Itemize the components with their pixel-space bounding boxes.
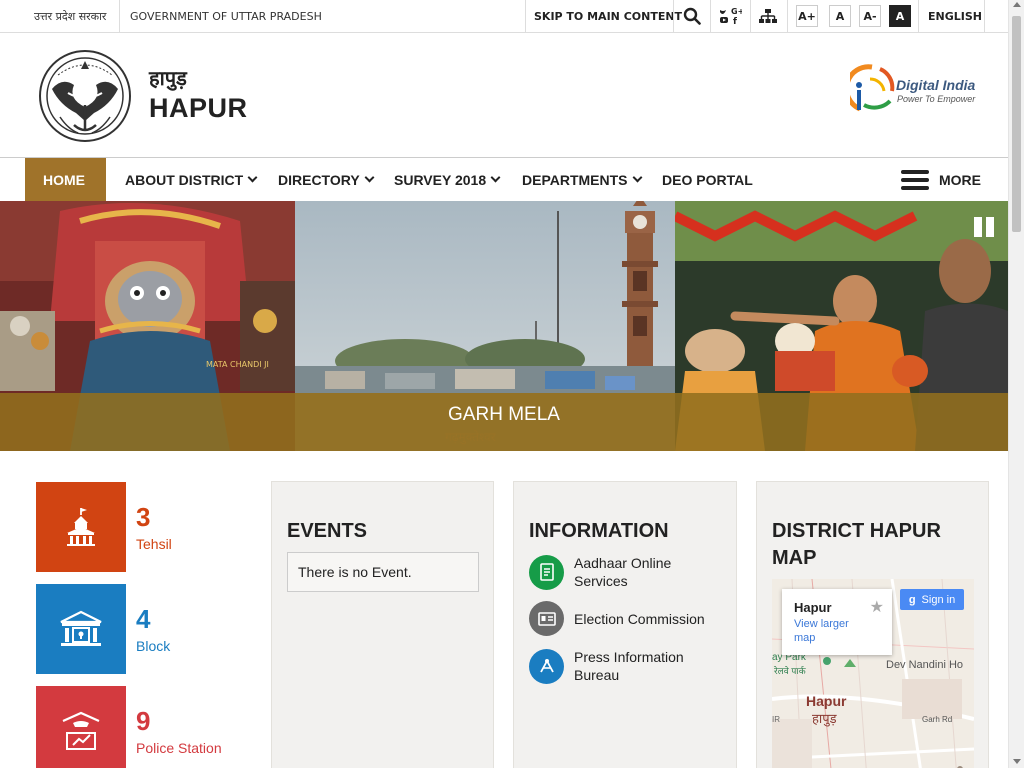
block-building-icon: [60, 610, 102, 646]
site-title-hindi: हापुड़: [149, 66, 187, 90]
high-contrast-button[interactable]: A: [889, 5, 911, 27]
map-label-garh-rd: Garh Rd: [922, 715, 953, 724]
police-station-icon: [62, 711, 100, 750]
information-card: INFORMATION Aadhaar Online Services Elec…: [513, 481, 737, 768]
nav-item-label: ABOUT DISTRICT: [125, 171, 244, 188]
map-popup-title: Hapur: [794, 600, 832, 615]
sitemap-icon[interactable]: [757, 6, 779, 26]
divider: [119, 0, 120, 33]
map-label-hapur-hindi: हापुड़: [812, 711, 837, 726]
nav-item-label: SURVEY 2018: [394, 171, 487, 188]
scroll-up-arrow-icon[interactable]: [1013, 2, 1021, 7]
top-utility-bar: उत्तर प्रदेश सरकार GOVERNMENT OF UTTAR P…: [0, 0, 1008, 33]
page-scrollbar[interactable]: [1008, 0, 1024, 768]
digital-india-title: Digital India: [896, 77, 976, 93]
main-navigation: HOME ABOUT DISTRICT DIRECTORY SURVEY 201…: [0, 157, 1008, 201]
map-sign-in-button[interactable]: g Sign in: [900, 589, 964, 610]
tehsil-tile[interactable]: [36, 482, 126, 572]
nav-item-label: HOME: [43, 171, 85, 188]
sign-in-label: Sign in: [921, 593, 956, 606]
tehsil-label[interactable]: Tehsil: [136, 536, 172, 552]
nav-item-label: DEO PORTAL: [662, 171, 753, 188]
site-header: हापुड़ HAPUR Digital India Power To Empo…: [0, 33, 1008, 157]
info-item-press-information-bureau[interactable]: Press Information Bureau: [529, 648, 704, 684]
events-empty-message: There is no Event.: [287, 552, 479, 592]
chevron-down-icon: [490, 172, 501, 183]
divider: [750, 0, 751, 33]
uttar-pradesh-emblem-logo[interactable]: [38, 49, 132, 143]
google-icon: g: [908, 593, 916, 606]
svg-text:G+: G+: [731, 7, 742, 16]
social-media-icon[interactable]: G+ f: [717, 6, 743, 26]
banner-slider[interactable]: MATA CHANDI JI गढ़मुक्तेश्वर: [0, 201, 1008, 451]
hamburger-icon: [901, 169, 929, 190]
more-label: MORE: [939, 171, 981, 188]
events-title: EVENTS: [287, 520, 368, 542]
digital-india-tagline: Power To Empower: [897, 94, 976, 104]
map-label-dev-nandini: Dev Nandini Ho: [886, 659, 964, 671]
tehsil-building-icon: [67, 508, 95, 546]
info-item-label: Election Commission: [574, 610, 705, 627]
block-label[interactable]: Block: [136, 638, 170, 654]
skip-to-main-content-link[interactable]: SKIP TO MAIN CONTENT: [534, 10, 682, 23]
chevron-down-icon: [247, 172, 258, 183]
information-title: INFORMATION: [529, 520, 669, 542]
government-hindi-label: उत्तर प्रदेश सरकार: [34, 10, 107, 23]
google-map-embed[interactable]: ay Park रेलवे पार्क Dev Nandini Ho Hapur…: [772, 579, 974, 768]
divider: [918, 0, 919, 33]
divider: [787, 0, 788, 33]
nav-item-label: DEPARTMENTS: [522, 171, 628, 188]
font-decrease-button[interactable]: A-: [859, 5, 881, 27]
banner-photo-text: MATA CHANDI JI: [206, 360, 269, 369]
tehsil-count: 3: [136, 502, 151, 532]
events-card: EVENTS There is no Event.: [271, 481, 494, 768]
scroll-down-arrow-icon[interactable]: [1013, 759, 1021, 764]
svg-text:f: f: [733, 17, 737, 26]
map-info-popup: Hapur ★ View larger map: [782, 589, 892, 655]
pause-icon[interactable]: [973, 217, 995, 237]
document-icon: [529, 554, 564, 590]
info-item-label: Press Information Bureau: [574, 649, 684, 683]
divider: [673, 0, 674, 33]
language-switch[interactable]: ENGLISH: [928, 10, 982, 23]
scrollbar-thumb[interactable]: [1012, 16, 1021, 232]
info-item-aadhaar[interactable]: Aadhaar Online Services: [529, 554, 694, 590]
block-count: 4: [136, 604, 151, 634]
info-item-label: Aadhaar Online Services: [574, 555, 672, 589]
block-tile[interactable]: [36, 584, 126, 674]
divider: [984, 0, 985, 33]
divider: [525, 0, 526, 33]
banner-caption: GARH MELA: [448, 404, 560, 425]
info-item-election-commission[interactable]: Election Commission: [529, 601, 705, 636]
map-label-park-hindi: रेलवे पार्क: [774, 666, 806, 676]
more-menu-button[interactable]: MORE: [901, 158, 981, 201]
press-icon: [529, 648, 564, 684]
nav-item-about-district[interactable]: ABOUT DISTRICT: [125, 158, 258, 201]
chevron-down-icon: [632, 172, 642, 183]
nav-item-directory[interactable]: DIRECTORY: [278, 158, 375, 201]
divider: [710, 0, 711, 33]
nav-item-label: DIRECTORY: [278, 171, 360, 188]
map-label-hapur: Hapur: [806, 693, 847, 709]
nav-item-survey-2018[interactable]: SURVEY 2018: [394, 158, 501, 201]
nav-item-departments[interactable]: DEPARTMENTS: [522, 158, 642, 201]
font-normal-button[interactable]: A: [829, 5, 851, 27]
font-increase-button[interactable]: A+: [796, 5, 818, 27]
id-card-icon: [529, 601, 564, 636]
police-station-label[interactable]: Police Station: [136, 740, 222, 756]
star-icon[interactable]: ★: [870, 597, 884, 617]
government-english-link[interactable]: GOVERNMENT OF UTTAR PRADESH: [130, 10, 322, 23]
view-larger-map-link[interactable]: View larger map: [794, 617, 864, 645]
police-station-tile[interactable]: [36, 686, 126, 768]
nav-item-deo-portal[interactable]: DEO PORTAL: [662, 158, 753, 201]
nav-item-home[interactable]: HOME: [25, 158, 106, 201]
site-title[interactable]: HAPUR: [149, 93, 248, 124]
district-map-card: DISTRICT HAPUR MAP ay Park रेलवे पार्क D…: [756, 481, 989, 768]
chevron-down-icon: [364, 172, 375, 183]
district-map-title: DISTRICT HAPUR MAP: [772, 520, 941, 569]
search-icon[interactable]: [681, 6, 703, 26]
map-label-edge: IR: [772, 715, 780, 724]
police-station-count: 9: [136, 706, 151, 736]
